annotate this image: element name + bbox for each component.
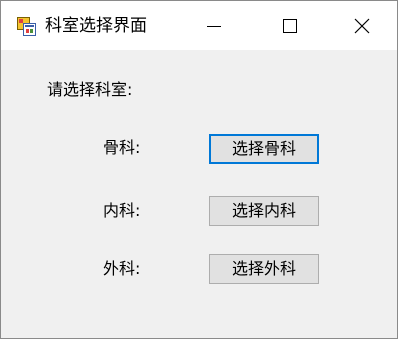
app-icon <box>17 17 37 37</box>
title-bar[interactable]: 科室选择界面 <box>1 1 397 50</box>
surgery-label: 外科: <box>103 259 141 278</box>
maximize-button[interactable] <box>255 1 325 50</box>
department-prompt-label: 请选择科室: <box>47 80 133 99</box>
close-button[interactable] <box>327 1 397 50</box>
close-icon <box>354 18 370 33</box>
select-surgery-button[interactable]: 选择外科 <box>209 254 319 284</box>
orthopedics-label: 骨科: <box>103 138 141 157</box>
select-orthopedics-button[interactable]: 选择骨科 <box>209 134 319 164</box>
window: 科室选择界面 请选择科室: 骨科: 选择骨科 内科: 选择内科 外科: 选择外科 <box>0 0 398 339</box>
window-title: 科室选择界面 <box>45 16 147 36</box>
minimize-button[interactable] <box>179 1 249 50</box>
maximize-icon <box>283 18 297 33</box>
minimize-icon <box>207 25 221 27</box>
internal-medicine-label: 内科: <box>103 201 141 220</box>
select-internal-medicine-button[interactable]: 选择内科 <box>209 196 319 226</box>
form-client-area: 请选择科室: 骨科: 选择骨科 内科: 选择内科 外科: 选择外科 <box>1 50 397 338</box>
